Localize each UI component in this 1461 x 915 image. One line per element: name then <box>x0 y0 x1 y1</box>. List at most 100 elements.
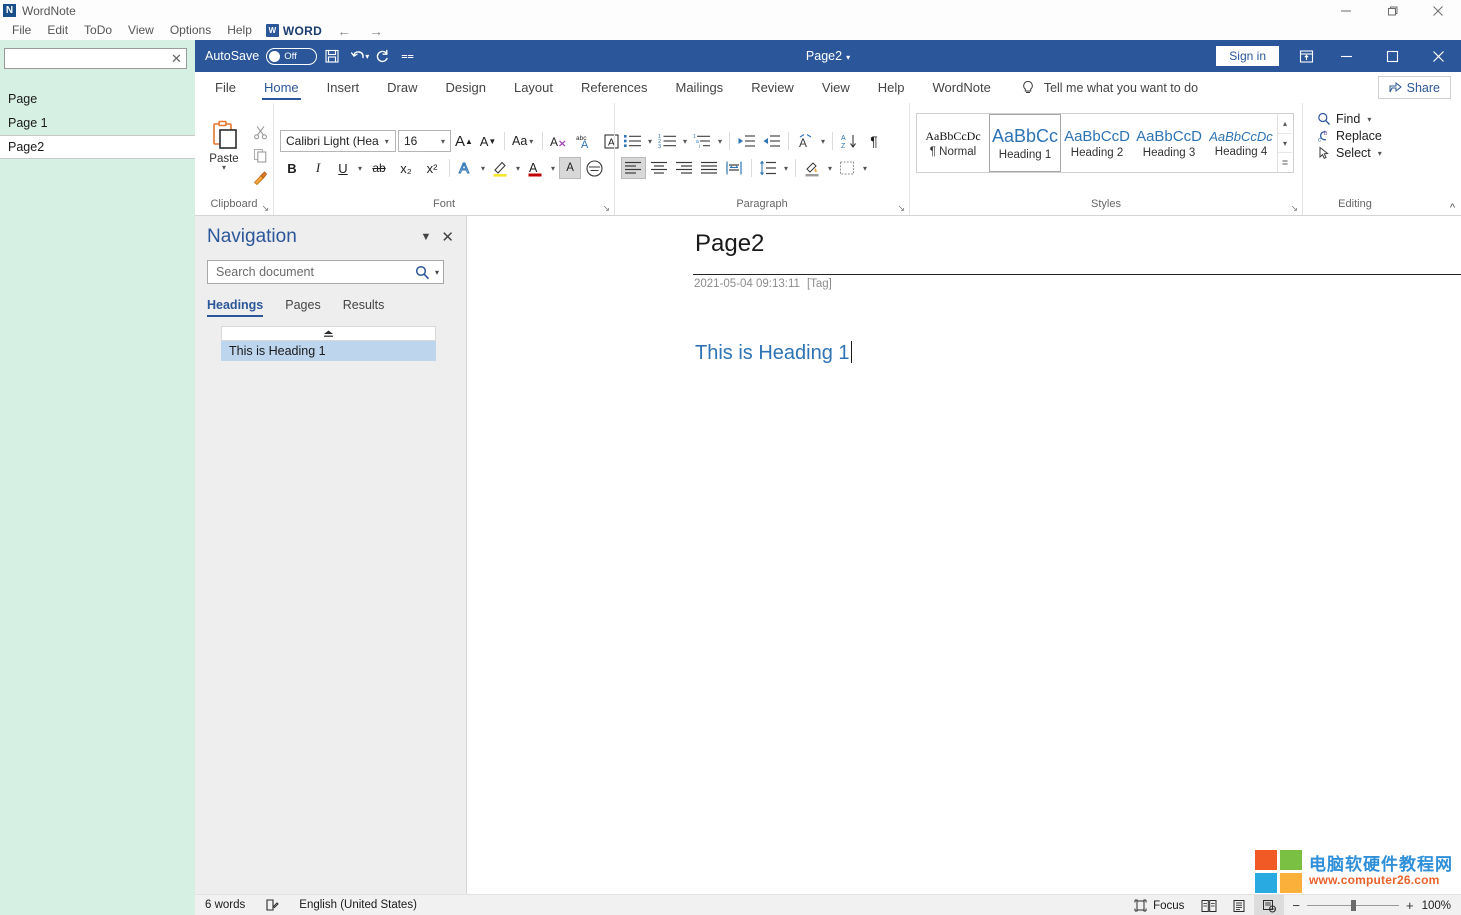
multilevel-list-icon[interactable]: 1ai <box>691 130 714 152</box>
menu-file[interactable]: File <box>4 21 39 40</box>
replace-button[interactable]: bc Replace <box>1317 129 1384 143</box>
word-minimize-button[interactable] <box>1323 40 1369 72</box>
asian-layout-dropdown-icon[interactable]: ▾ <box>819 137 827 146</box>
spelling-icon[interactable]: abcA <box>574 130 598 152</box>
styles-more-button[interactable]: ≣ <box>1278 152 1292 172</box>
print-layout-button[interactable] <box>1224 895 1254 915</box>
navigation-search-box[interactable]: ▾ <box>207 260 444 284</box>
wordnote-close-button[interactable] <box>1415 0 1461 21</box>
cut-icon[interactable] <box>249 122 271 143</box>
font-color-icon[interactable]: A <box>524 157 547 179</box>
proofing-errors-icon[interactable] <box>255 898 289 912</box>
redo-icon[interactable] <box>371 41 393 71</box>
styles-gallery-scrollbar[interactable]: ▴ ▾ ≣ <box>1277 114 1292 172</box>
font-family-combo[interactable]: Calibri Light (Hea ▾ <box>280 130 396 152</box>
clear-formatting-icon[interactable]: A <box>548 130 572 152</box>
underline-dropdown-icon[interactable]: ▾ <box>356 164 364 173</box>
bullets-icon[interactable] <box>621 130 644 152</box>
change-case-button[interactable]: Aa▾ <box>510 130 537 152</box>
word-maximize-button[interactable] <box>1369 40 1415 72</box>
save-icon[interactable] <box>317 41 347 71</box>
wordnote-search-input[interactable] <box>9 50 168 67</box>
align-right-icon[interactable] <box>673 157 696 179</box>
word-count[interactable]: 6 words <box>195 899 255 911</box>
copy-icon[interactable] <box>249 145 271 166</box>
sort-icon[interactable]: AZ <box>838 130 861 152</box>
wordnote-search-box[interactable]: ✕ <box>4 48 187 69</box>
shrink-font-button[interactable]: A▼ <box>477 130 499 152</box>
shading-icon[interactable] <box>801 157 824 179</box>
strikethrough-button[interactable]: ab <box>366 157 392 179</box>
text-effects-dropdown-icon[interactable]: ▾ <box>479 164 487 173</box>
menu-edit[interactable]: Edit <box>39 21 76 40</box>
zoom-track[interactable] <box>1307 905 1399 907</box>
tab-file[interactable]: File <box>201 72 250 103</box>
zoom-slider[interactable]: − + <box>1284 898 1421 913</box>
document-body-heading[interactable]: This is Heading 1 <box>695 341 852 365</box>
style-heading-1[interactable]: AaBbCс Heading 1 <box>989 114 1061 172</box>
character-border-icon[interactable] <box>583 157 606 179</box>
superscript-button[interactable]: x² <box>420 157 444 179</box>
styles-dialog-launcher[interactable]: ↘ <box>1290 203 1298 214</box>
tab-wordnote[interactable]: WordNote <box>919 72 1005 103</box>
back-arrow-icon[interactable]: ← <box>328 23 360 39</box>
clear-search-icon[interactable]: ✕ <box>168 52 182 65</box>
style-heading-4[interactable]: AaBbCcDc Heading 4 <box>1205 114 1277 172</box>
multilevel-dropdown-icon[interactable]: ▾ <box>716 137 724 146</box>
zoom-in-button[interactable]: + <box>1406 898 1414 913</box>
chevron-down-icon[interactable]: ▼ <box>411 231 442 243</box>
highlight-dropdown-icon[interactable]: ▾ <box>514 164 522 173</box>
font-family-caret-icon[interactable]: ▾ <box>385 137 392 146</box>
line-spacing-icon[interactable] <box>757 157 780 179</box>
decrease-indent-icon[interactable] <box>735 130 758 152</box>
distributed-icon[interactable] <box>723 157 746 179</box>
bold-button[interactable]: B <box>280 157 304 179</box>
select-dropdown-icon[interactable]: ▾ <box>1376 149 1384 158</box>
font-size-caret-icon[interactable]: ▾ <box>441 137 448 146</box>
document-canvas[interactable]: Page2 2021-05-04 09:13:11[Tag] This is H… <box>467 216 1461 897</box>
ribbon-display-options-icon[interactable] <box>1289 40 1323 72</box>
read-mode-button[interactable] <box>1194 895 1224 915</box>
tab-mailings[interactable]: Mailings <box>662 72 738 103</box>
asian-layout-icon[interactable]: A <box>794 130 817 152</box>
collapse-all-icon[interactable] <box>221 326 436 341</box>
tab-view[interactable]: View <box>808 72 864 103</box>
zoom-out-button[interactable]: − <box>1292 898 1300 913</box>
font-color-dropdown-icon[interactable]: ▾ <box>549 164 557 173</box>
forward-arrow-icon[interactable]: → <box>360 23 392 39</box>
web-layout-button[interactable] <box>1254 895 1284 915</box>
menu-view[interactable]: View <box>120 21 162 40</box>
align-center-icon[interactable] <box>648 157 671 179</box>
format-painter-icon[interactable] <box>249 168 271 189</box>
sidebar-item-page2[interactable]: Page2 <box>0 135 195 159</box>
nav-tab-headings[interactable]: Headings <box>207 298 263 317</box>
justify-icon[interactable] <box>698 157 721 179</box>
numbering-icon[interactable]: 123 <box>656 130 679 152</box>
show-formatting-marks-button[interactable]: ¶ <box>863 130 885 152</box>
nav-tab-pages[interactable]: Pages <box>285 298 320 317</box>
zoom-level-button[interactable]: 100% <box>1422 900 1461 912</box>
menu-help[interactable]: Help <box>219 21 260 40</box>
menu-options[interactable]: Options <box>162 21 219 40</box>
text-effects-icon[interactable]: A <box>455 157 477 179</box>
search-icon[interactable] <box>415 265 430 280</box>
font-dialog-launcher[interactable]: ↘ <box>602 203 610 214</box>
menu-todo[interactable]: ToDo <box>76 21 120 40</box>
tab-help[interactable]: Help <box>864 72 919 103</box>
search-options-caret-icon[interactable]: ▾ <box>435 268 439 277</box>
paste-button[interactable]: Paste ▾ <box>201 120 247 171</box>
tab-draw[interactable]: Draw <box>373 72 431 103</box>
tab-review[interactable]: Review <box>737 72 808 103</box>
tab-home[interactable]: Home <box>250 72 313 103</box>
wordnote-minimize-button[interactable] <box>1323 0 1369 21</box>
tab-insert[interactable]: Insert <box>313 72 374 103</box>
share-button[interactable]: Share <box>1378 76 1451 99</box>
tell-me-box[interactable]: Tell me what you want to do <box>1021 72 1198 103</box>
style-heading-2[interactable]: AaBbCcD Heading 2 <box>1061 114 1133 172</box>
word-app-chip[interactable]: W WORD <box>260 24 328 38</box>
tab-design[interactable]: Design <box>432 72 500 103</box>
borders-icon[interactable] <box>836 157 859 179</box>
tab-references[interactable]: References <box>567 72 661 103</box>
navigation-close-icon[interactable]: ✕ <box>441 228 456 246</box>
highlight-icon[interactable] <box>489 157 512 179</box>
